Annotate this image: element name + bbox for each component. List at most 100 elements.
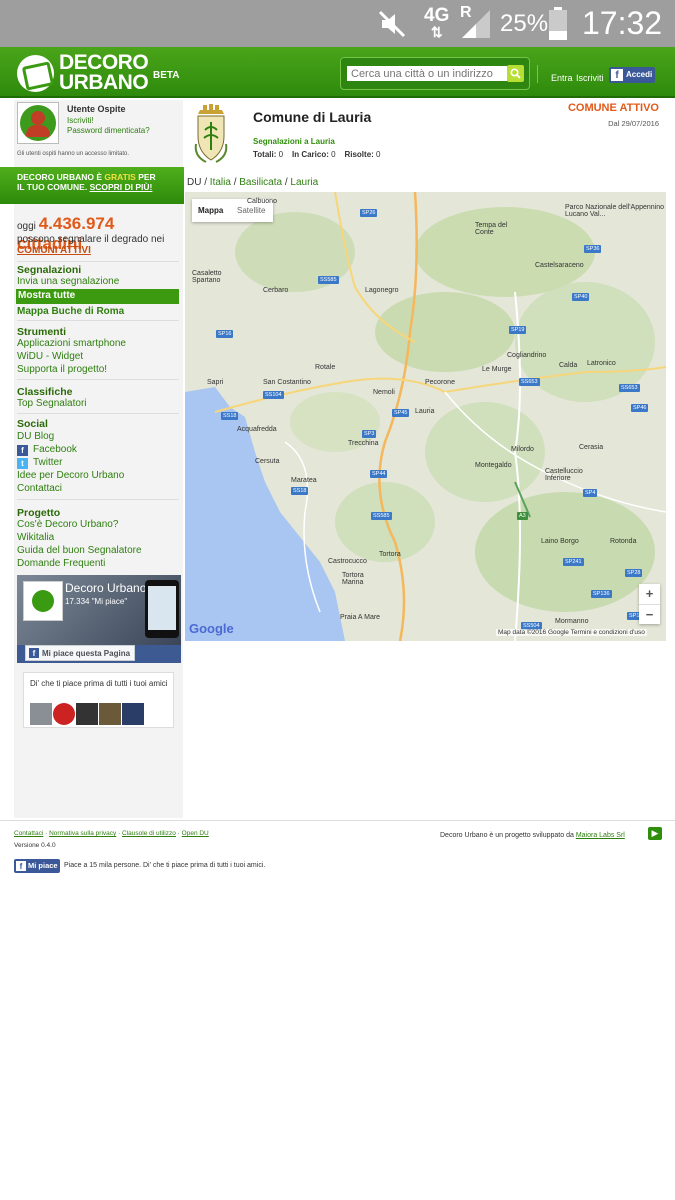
zoom-out-button[interactable]: − [639, 604, 660, 624]
segnalazioni-comune-link[interactable]: Segnalazioni a Lauria [253, 137, 335, 146]
map-place-label: Parco Nazionale dell'Appennino Lucano Va… [565, 204, 665, 218]
active-comuni-link[interactable]: COMUNI ATTIVI [17, 245, 91, 256]
map-attribution[interactable]: Map data ©2016 Google Termini e condizio… [496, 629, 647, 636]
page-title: Comune di Lauria [253, 109, 372, 125]
nav-idee-decoro-urbano[interactable]: Idee per Decoro Urbano [17, 470, 124, 481]
search-input[interactable] [347, 66, 507, 81]
site-logo[interactable]: DECORO URBANO BETA [17, 52, 192, 94]
map-place-label: Pecorone [425, 379, 455, 386]
nav-top-segnalatori[interactable]: Top Segnalatori [17, 398, 87, 409]
map-road-label: SS104 [263, 391, 284, 399]
map-place-label: Cerbaro [263, 287, 289, 294]
guest-register-link[interactable]: Iscriviti! [67, 116, 94, 125]
facebook-page-name[interactable]: Decoro Urbano [65, 581, 146, 595]
nav-facebook[interactable]: f Facebook [17, 444, 77, 456]
promo-banner[interactable]: DECORO URBANO È GRATIS PER IL TUO COMUNE… [0, 167, 184, 204]
map-place-label: Cersuta [255, 458, 280, 465]
forgot-password-link[interactable]: Password dimenticata? [67, 126, 150, 135]
avatar[interactable] [53, 703, 75, 725]
breadcrumb-du[interactable]: DU [187, 177, 201, 188]
login-link[interactable]: Entra [551, 73, 573, 83]
active-since: Dal 29/07/2016 [608, 119, 659, 128]
avatar[interactable] [99, 703, 121, 725]
facebook-friends-faces [30, 703, 144, 725]
nav-domande-frequenti[interactable]: Domande Frequenti [17, 558, 105, 569]
footer-credit-text: Decoro Urbano è un progetto sviluppato d… [440, 832, 576, 839]
nav-contattaci[interactable]: Contattaci [17, 483, 62, 494]
facebook-like-button[interactable]: Mi piace [14, 859, 60, 873]
footer-link-contattaci[interactable]: Contattaci [14, 830, 43, 837]
phone-image [145, 580, 179, 638]
maiora-labs-link[interactable]: Maiora Labs Srl [576, 832, 625, 839]
facebook-friends-text: Di' che ti piace prima di tutti i tuoi a… [30, 679, 168, 688]
map-road-label: SP45 [392, 409, 410, 417]
breadcrumb-basilicata[interactable]: Basilicata [239, 177, 282, 188]
mute-icon [376, 0, 408, 47]
nav-facebook-label: Facebook [33, 444, 77, 455]
nav-twitter[interactable]: t Twitter [17, 457, 62, 469]
google-logo[interactable]: Google [189, 621, 234, 636]
search-button[interactable] [507, 65, 524, 82]
map-road-label: SP44 [370, 470, 388, 478]
network-indicator: 4G ⇅ [424, 0, 449, 47]
zoom-in-button[interactable]: + [639, 584, 660, 604]
avatar[interactable] [30, 703, 52, 725]
avatar[interactable] [76, 703, 98, 725]
google-map[interactable]: Mappa Satellite Calbuono Tempa del Conte… [185, 192, 666, 641]
search-icon [510, 68, 521, 79]
status-badge: COMUNE ATTIVO [567, 102, 659, 114]
nav-applicazioni-smartphone[interactable]: Applicazioni smartphone [17, 338, 126, 349]
nav-supporta-progetto[interactable]: Supporta il progetto! [17, 364, 107, 375]
map-place-label: Sapri [207, 379, 224, 386]
footer-link-open-du[interactable]: Open DU [182, 830, 209, 837]
map-place-label: Acquafredda [237, 426, 277, 433]
map-road-label: SS585 [318, 276, 339, 284]
breadcrumb-italia[interactable]: Italia [210, 177, 231, 188]
map-road-label: SS585 [371, 512, 392, 520]
maiora-arrow-icon[interactable]: ▶ [648, 827, 662, 840]
map-type-map[interactable]: Mappa [198, 206, 223, 215]
map-place-label: Trecchina [348, 440, 379, 447]
android-status-bar: 4G ⇅ R 25% 17:32 [0, 0, 675, 47]
section-title-classifiche: Classifiche [17, 386, 73, 398]
map-type-satellite[interactable]: Satellite [237, 206, 265, 215]
nav-cose-decoro-urbano[interactable]: Cos'è Decoro Urbano? [17, 519, 118, 530]
stat-in-carico-label: In Carico: [291, 150, 329, 159]
map-road-label: SS653 [619, 384, 640, 392]
map-place-label: Rotonda [610, 538, 637, 545]
stats-row: Totali: 0 In Carico: 0 Risolte: 0 [253, 150, 381, 159]
avatar[interactable] [122, 703, 144, 725]
facebook-page-widget[interactable]: Decoro Urbano 17.334 "Mi piace" Mi piace… [17, 575, 181, 663]
promo-text-2: PER [135, 172, 156, 182]
nav-mostra-tutte[interactable]: Mostra tutte [16, 289, 179, 304]
breadcrumb-lauria[interactable]: Lauria [290, 177, 318, 188]
map-road-label: A3 [517, 512, 528, 520]
map-place-label: Castrocucco [328, 558, 367, 565]
nav-wikitalia[interactable]: Wikitalia [17, 532, 54, 543]
battery-icon [548, 0, 568, 47]
map-road-label: SP16 [216, 330, 234, 338]
facebook-like-page-button[interactable]: Mi piace questa Pagina [25, 645, 135, 661]
map-road-label: SP46 [631, 404, 649, 412]
footer-link-privacy[interactable]: Normativa sulla privacy [49, 830, 116, 837]
nav-widu-widget[interactable]: WiDU - Widget [17, 351, 83, 362]
stat-totali-value: 0 [278, 150, 284, 159]
facebook-login-button[interactable]: f Accedi [609, 67, 655, 83]
stat-risolte-label: Risolte: [344, 150, 374, 159]
nav-guida-segnalatore[interactable]: Guida del buon Segnalatore [17, 545, 142, 556]
footer-link-clausole[interactable]: Clausole di utilizzo [122, 830, 176, 837]
nav-invia-segnalazione[interactable]: Invia una segnalazione [17, 276, 119, 287]
map-place-label: Cogliandrino [507, 352, 547, 359]
map-road-label: SP19 [509, 326, 527, 334]
nav-mappa-buche-roma[interactable]: Mappa Buche di Roma [17, 306, 124, 317]
nav-du-blog[interactable]: DU Blog [17, 431, 54, 442]
logo-icon [17, 55, 54, 92]
map-place-label: Maratea [291, 477, 317, 484]
register-link[interactable]: Iscriviti [576, 73, 604, 83]
logo-line-2: URBANO [59, 71, 149, 94]
promo-scopri-link[interactable]: SCOPRI DI PIÙ! [90, 182, 153, 192]
promo-text-3: IL TUO COMUNE. [17, 182, 90, 192]
footer-links: Contattaci · Normativa sulla privacy · C… [14, 830, 209, 837]
citizens-text: possono segnalare il degrado nei [17, 234, 165, 245]
guest-name: Utente Ospite [67, 104, 126, 114]
